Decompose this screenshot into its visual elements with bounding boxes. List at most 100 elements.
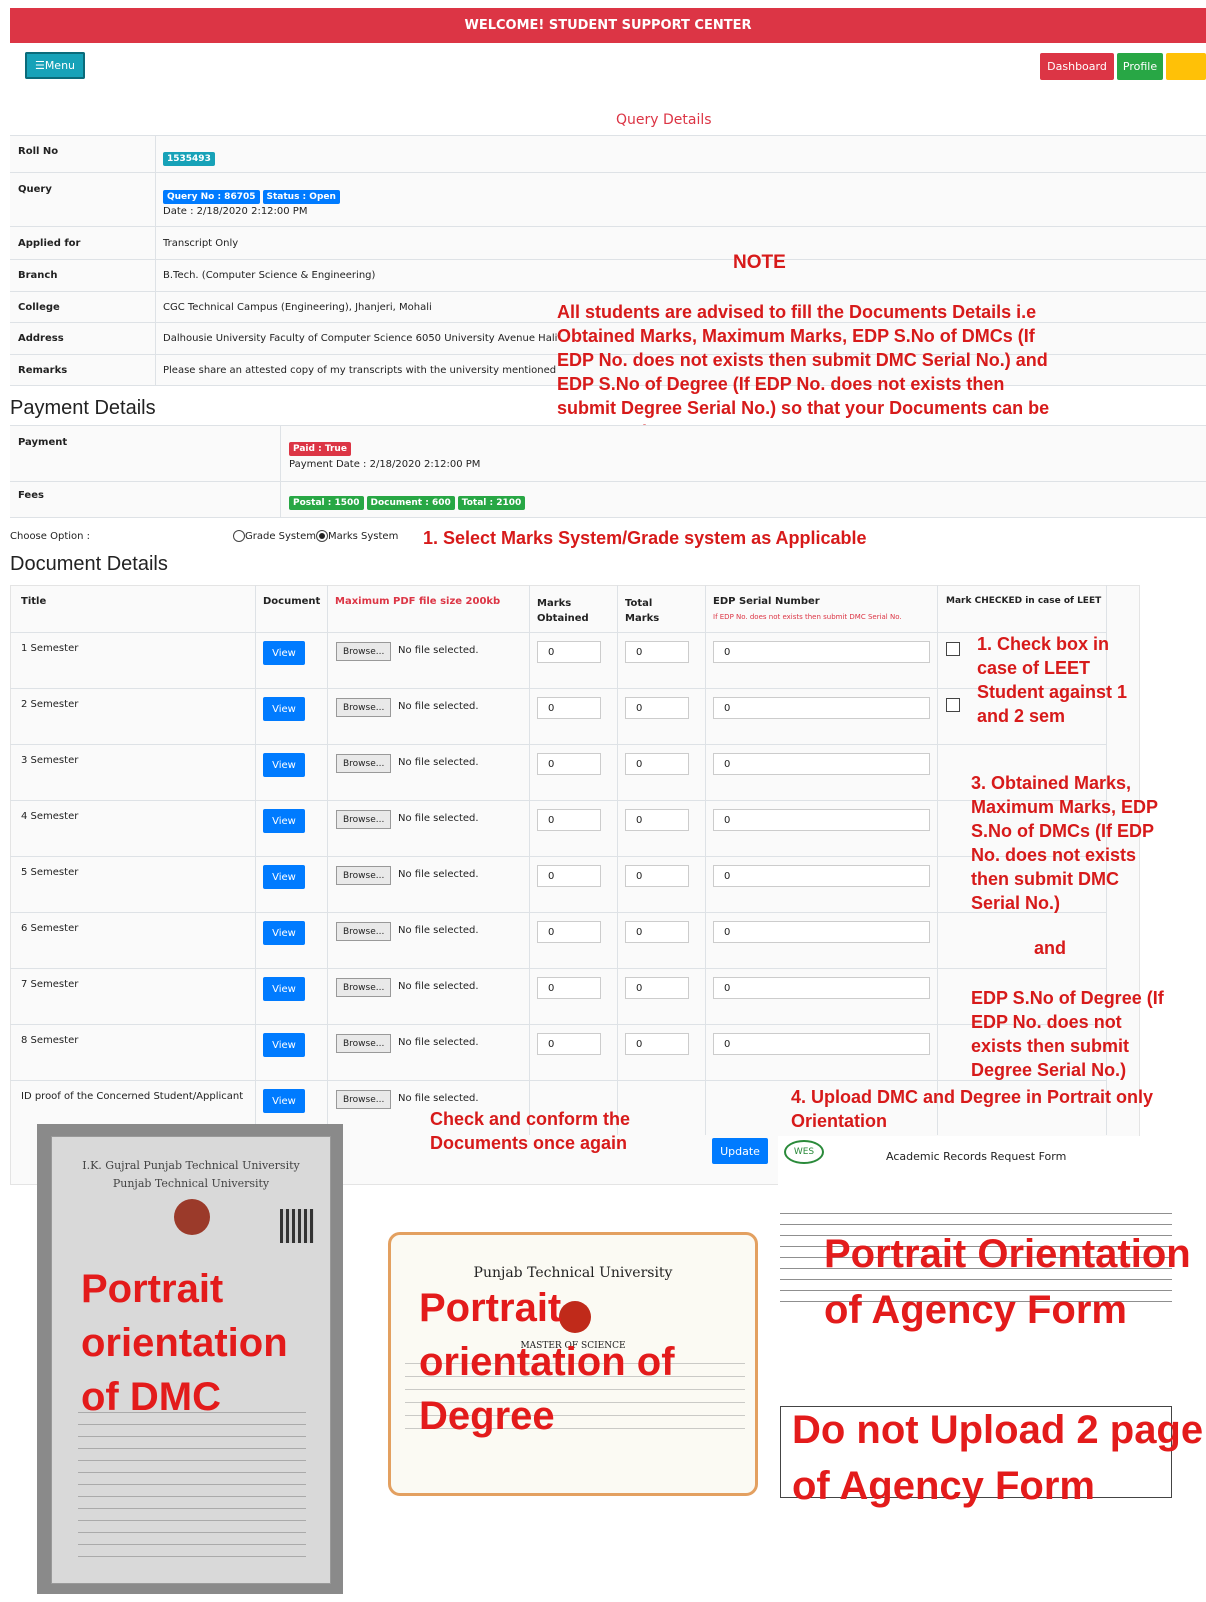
view-button[interactable]: View xyxy=(263,697,305,721)
grade-system-label: Grade System xyxy=(245,531,316,542)
view-button[interactable]: View xyxy=(263,1089,305,1113)
doc-row-title: 4 Semester xyxy=(21,811,79,822)
total-marks-input[interactable]: 0 xyxy=(625,1033,689,1055)
qr-code-icon xyxy=(280,1209,314,1243)
edp-serial-input[interactable]: 0 xyxy=(713,977,930,999)
note-step4: 4. Upload DMC and Degree in Portrait onl… xyxy=(791,1087,1154,1131)
browse-button[interactable]: Browse... xyxy=(336,866,392,885)
profile-button[interactable]: Profile xyxy=(1117,53,1163,80)
col-divider xyxy=(937,585,938,1135)
total-marks-input[interactable]: 0 xyxy=(625,921,689,943)
wes-logo-icon: WES xyxy=(784,1140,824,1164)
marks-obtained-input[interactable]: 0 xyxy=(537,641,601,663)
browse-button[interactable]: Browse... xyxy=(336,642,392,661)
browse-button[interactable]: Browse... xyxy=(336,922,392,941)
view-button[interactable]: View xyxy=(263,753,305,777)
extra-header-button[interactable] xyxy=(1166,53,1206,80)
edp-serial-input[interactable]: 0 xyxy=(713,1033,930,1055)
marks-obtained-input[interactable]: 0 xyxy=(537,977,601,999)
view-button[interactable]: View xyxy=(263,809,305,833)
row-divider xyxy=(10,632,1106,633)
browse-label: Browse... xyxy=(343,758,385,769)
browse-button[interactable]: Browse... xyxy=(336,698,392,717)
marks-obtained-input[interactable]: 0 xyxy=(537,1033,601,1055)
view-button[interactable]: View xyxy=(263,641,305,665)
marks-obtained-input[interactable]: 0 xyxy=(537,921,601,943)
paid-badge: Paid : True xyxy=(289,442,351,456)
marks-obtained-input[interactable]: 0 xyxy=(537,809,601,831)
roll-no-badge: 1535493 xyxy=(163,152,215,166)
total-fee-badge: Total : 2100 xyxy=(457,496,526,510)
college-value: CGC Technical Campus (Engineering), Jhan… xyxy=(163,302,432,313)
menu-button[interactable]: ☰Menu xyxy=(25,52,85,79)
marks-obtained-input[interactable]: 0 xyxy=(537,697,601,719)
view-label: View xyxy=(272,815,296,827)
edp-serial-input[interactable]: 0 xyxy=(713,697,930,719)
row-divider xyxy=(10,226,1206,227)
col-divider xyxy=(617,585,618,1135)
view-button[interactable]: View xyxy=(263,1033,305,1057)
edp-serial-input[interactable]: 0 xyxy=(713,809,930,831)
total-marks-input[interactable]: 0 xyxy=(625,865,689,887)
browse-button[interactable]: Browse... xyxy=(336,1034,392,1053)
degree-orientation-label: Portrait orientation of Degree xyxy=(419,1286,675,1438)
dashboard-label: Dashboard xyxy=(1047,60,1107,73)
dashboard-button[interactable]: Dashboard xyxy=(1040,53,1114,80)
view-button[interactable]: View xyxy=(263,921,305,945)
marks-obtained-input[interactable]: 0 xyxy=(537,753,601,775)
degree-university: Punjab Technical University xyxy=(473,1265,673,1281)
row-divider xyxy=(10,1080,1106,1081)
browse-button[interactable]: Browse... xyxy=(336,978,392,997)
grade-system-radio[interactable] xyxy=(233,530,245,542)
view-label: View xyxy=(272,927,296,939)
browse-button[interactable]: Browse... xyxy=(336,754,392,773)
address-label: Address xyxy=(18,333,64,344)
doc-row-title: 3 Semester xyxy=(21,755,79,766)
edp-serial-input[interactable]: 0 xyxy=(713,921,930,943)
no-file-text: No file selected. xyxy=(398,1093,479,1104)
leet-checkbox[interactable] xyxy=(946,642,960,656)
doc-row-title: ID proof of the Concerned Student/Applic… xyxy=(21,1091,244,1102)
update-button[interactable]: Update xyxy=(712,1138,768,1164)
row-divider xyxy=(10,744,1106,745)
view-button[interactable]: View xyxy=(263,977,305,1001)
col-edp-subheader: If EDP No. does not exists then submit D… xyxy=(713,613,902,621)
applied-for-label: Applied for xyxy=(18,238,81,249)
marks-system-radio[interactable] xyxy=(315,530,328,542)
menu-label: ☰Menu xyxy=(34,59,76,72)
no-file-text: No file selected. xyxy=(398,645,479,656)
note-confirm: Check and conform the Documents once aga… xyxy=(430,1109,631,1153)
note-body: All students are advised to fill the Doc… xyxy=(557,302,1050,442)
marks-obtained-input[interactable]: 0 xyxy=(537,865,601,887)
wes-logo-text: WES xyxy=(793,1147,815,1157)
view-button[interactable]: View xyxy=(263,865,305,889)
edp-serial-input[interactable]: 0 xyxy=(713,641,930,663)
browse-label: Browse... xyxy=(343,926,385,937)
doc-row-title: 8 Semester xyxy=(21,1035,79,1046)
col-leet-header: Mark CHECKED in case of LEET xyxy=(946,596,1102,606)
view-label: View xyxy=(272,1095,296,1107)
remarks-value: Please share an attested copy of my tran… xyxy=(163,365,557,376)
banner-title: WELCOME! STUDENT SUPPORT CENTER xyxy=(464,18,752,33)
total-marks-input[interactable]: 0 xyxy=(625,977,689,999)
total-marks-input[interactable]: 0 xyxy=(625,697,689,719)
payment-col-divider xyxy=(280,425,281,517)
edp-serial-input[interactable]: 0 xyxy=(713,865,930,887)
leet-checkbox[interactable] xyxy=(946,698,960,712)
dmc-orientation-label: Portrait orientation of DMC xyxy=(81,1267,288,1419)
update-label: Update xyxy=(720,1144,760,1158)
browse-button[interactable]: Browse... xyxy=(336,810,392,829)
total-marks-input[interactable]: 0 xyxy=(625,809,689,831)
doc-row-title: 2 Semester xyxy=(21,699,79,710)
no-file-text: No file selected. xyxy=(398,1037,479,1048)
browse-button[interactable]: Browse... xyxy=(336,1090,392,1109)
edp-serial-input[interactable]: 0 xyxy=(713,753,930,775)
col-divider xyxy=(705,585,706,1135)
total-marks-input[interactable]: 0 xyxy=(625,753,689,775)
marks-system-label: Marks System xyxy=(327,531,399,542)
row-divider xyxy=(10,800,1106,801)
agency-warning-label: Do not Upload 2 page of Agency Form xyxy=(792,1408,1204,1508)
status-badge: Status : Open xyxy=(262,190,340,204)
view-label: View xyxy=(272,983,296,995)
total-marks-input[interactable]: 0 xyxy=(625,641,689,663)
